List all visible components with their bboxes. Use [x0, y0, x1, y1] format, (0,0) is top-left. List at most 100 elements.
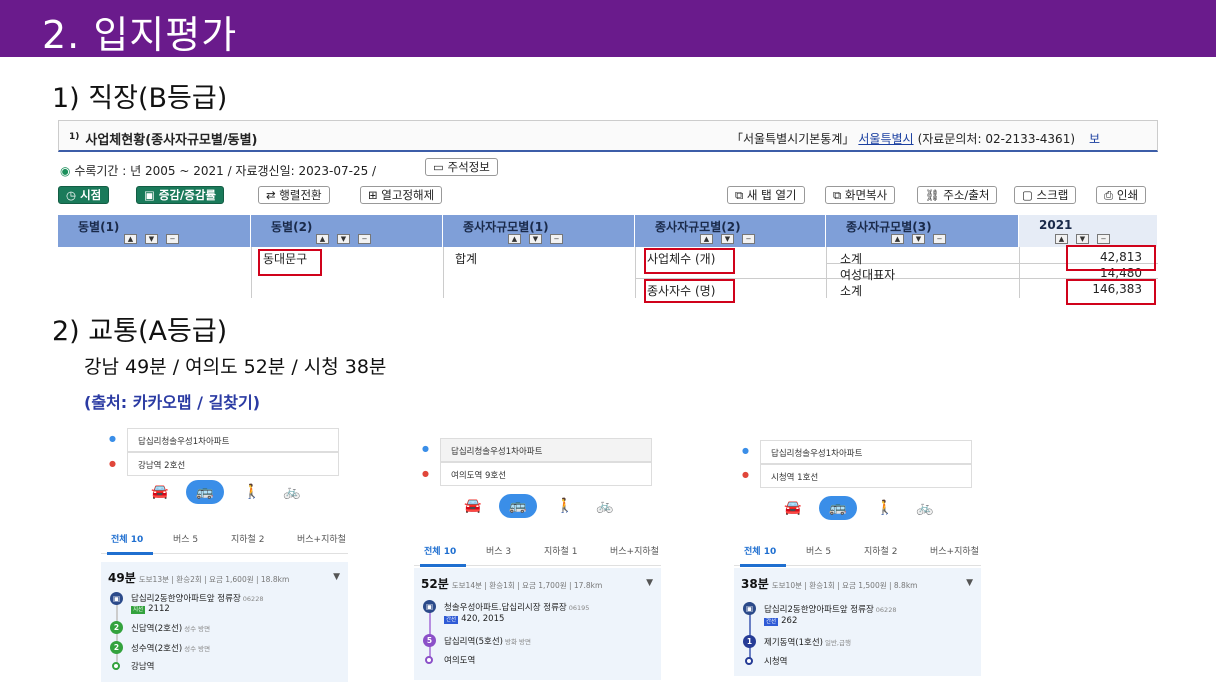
origin-input[interactable]: 답십리청솔우성1차아파트: [127, 428, 339, 452]
sort-up-icon[interactable]: ▲: [316, 234, 329, 244]
subway-line5-icon: 5: [423, 634, 436, 647]
walk-icon[interactable]: 🚶: [876, 500, 893, 516]
tab-all[interactable]: 전체 10: [111, 532, 143, 545]
bookmark-icon: ▢: [1022, 188, 1033, 202]
link-icon: ⛓: [925, 188, 940, 202]
tab-indicator: [107, 552, 153, 555]
car-icon[interactable]: 🚘: [784, 500, 801, 516]
divider: [251, 247, 252, 298]
minus-icon[interactable]: −: [1097, 234, 1110, 244]
bicycle-icon[interactable]: 🚲: [596, 498, 613, 514]
sort-up-icon[interactable]: ▲: [124, 234, 137, 244]
chevron-down-icon[interactable]: ▼: [966, 578, 973, 588]
unfix-column-button[interactable]: ⊞ 열고정해제: [360, 186, 443, 204]
route-tabs: 전체 10 버스 5 지하철 2 버스+지하철: [101, 524, 348, 555]
commute-times: 강남 49분 / 여의도 52분 / 시청 38분: [84, 356, 387, 378]
divider: [826, 247, 827, 298]
tab-subway[interactable]: 지하철 2: [864, 544, 897, 557]
route-time: 49분 도보13분 | 환승2회 | 요금 1,600원 | 18.8km: [108, 571, 290, 585]
timepoint-button[interactable]: ◷ 시점: [58, 186, 110, 204]
sort-down-icon[interactable]: ▼: [1076, 234, 1089, 244]
route-step: 신답역(2호선) 성수 방면: [131, 624, 211, 634]
tab-subway[interactable]: 지하철 2: [231, 532, 264, 545]
minus-icon[interactable]: −: [550, 234, 563, 244]
tab-bus[interactable]: 버스 3: [486, 544, 511, 557]
tab-bus-subway[interactable]: 버스+지하철: [297, 532, 346, 545]
route-step: 성수역(2호선) 성수 방면: [131, 644, 211, 654]
minus-icon[interactable]: −: [742, 234, 755, 244]
origin-input[interactable]: 답십리청솔우성1차아파트: [440, 438, 652, 462]
page-title: 2. 입지평가: [42, 13, 238, 57]
minus-icon[interactable]: −: [166, 234, 179, 244]
destination-input[interactable]: 강남역 2호선: [127, 452, 339, 476]
stats-panel: 1) 사업체현황(종사자규모별/동별) 「서울특별시기본통계」 서울특별시 (자료문의…: [58, 120, 1158, 298]
minus-icon[interactable]: −: [933, 234, 946, 244]
cell-female-ceo: 여성대표자: [840, 268, 896, 282]
route-card[interactable]: 38분 도보10분 | 환승1회 | 요금 1,500원 | 8.8km ▼ ▣ …: [734, 568, 981, 676]
sort-up-icon[interactable]: ▲: [891, 234, 904, 244]
transport-modes: 🚘 🚌 🚶 🚲: [101, 480, 348, 506]
bus-icon[interactable]: 🚌: [499, 494, 537, 518]
chevron-down-icon[interactable]: ▼: [333, 572, 340, 582]
route-step: 시청역: [764, 657, 788, 667]
stats-table: 동별(1) 동별(2) 종사자규모별(1) 종사자규모별(2) 종사자규모별(3…: [58, 215, 1158, 298]
capture-button[interactable]: ⧉ 화면복사: [825, 186, 896, 204]
change-button[interactable]: ▣ 증감/증감률: [136, 186, 224, 204]
walk-icon[interactable]: 🚶: [556, 498, 573, 514]
destination-input[interactable]: 여의도역 9호선: [440, 462, 652, 486]
sort-up-icon[interactable]: ▲: [700, 234, 713, 244]
tab-bus[interactable]: 버스 5: [806, 544, 831, 557]
title-bar: 2. 입지평가: [0, 0, 1216, 57]
destination-input[interactable]: 시청역 1호선: [760, 464, 972, 488]
address-button[interactable]: ⛓ 주소/출처: [917, 186, 998, 204]
route-card[interactable]: 52분 도보14분 | 환승1회 | 요금 1,700원 | 17.8km ▼ ▣…: [414, 568, 661, 680]
tab-bus-subway[interactable]: 버스+지하철: [610, 544, 659, 557]
sort-down-icon[interactable]: ▼: [912, 234, 925, 244]
bus-icon[interactable]: 🚌: [186, 480, 224, 504]
route-panel-yeouido: ● 답십리청솔우성1차아파트 ● 여의도역 9호선 🚘 🚌 🚶 🚲 전체 10 …: [414, 434, 661, 680]
sort-up-icon[interactable]: ▲: [508, 234, 521, 244]
highlight-box: [644, 279, 735, 303]
sort-down-icon[interactable]: ▼: [337, 234, 350, 244]
destination-dot-icon: ●: [742, 470, 749, 479]
minus-icon[interactable]: −: [358, 234, 371, 244]
sort-up-icon[interactable]: ▲: [1055, 234, 1068, 244]
origin-input[interactable]: 답십리청솔우성1차아파트: [760, 440, 972, 464]
sort-down-icon[interactable]: ▼: [145, 234, 158, 244]
tab-all[interactable]: 전체 10: [424, 544, 456, 557]
sort-down-icon[interactable]: ▼: [721, 234, 734, 244]
source-link[interactable]: 서울특별시: [858, 132, 913, 146]
scrap-button[interactable]: ▢ 스크랩: [1014, 186, 1077, 204]
route-step: 청솔우성아파트.답십리시장 정류장 06195: [444, 603, 590, 613]
sort-down-icon[interactable]: ▼: [529, 234, 542, 244]
bicycle-icon[interactable]: 🚲: [916, 500, 933, 516]
new-tab-button[interactable]: ⧉ 새 탭 열기: [727, 186, 805, 204]
printer-icon: ⎙: [1104, 188, 1114, 202]
clock-icon: ◉: [60, 164, 71, 178]
comment-icon: ▭: [433, 160, 444, 174]
bus-icon: ▣: [743, 602, 756, 615]
swap-button[interactable]: ⇄ 행렬전환: [258, 186, 330, 204]
chevron-down-icon[interactable]: ▼: [646, 578, 653, 588]
print-button[interactable]: ⎙ 인쇄: [1096, 186, 1147, 204]
walk-icon[interactable]: 🚶: [243, 484, 260, 500]
tab-bus[interactable]: 버스 5: [173, 532, 198, 545]
car-icon[interactable]: 🚘: [151, 484, 168, 500]
route-step: 제기동역(1호선) 일반,급행: [764, 638, 851, 648]
stats-source: 「서울특별시기본통계」 서울특별시 (자료문의처: 02-2133-4361) 보: [731, 132, 1101, 146]
note-button[interactable]: ▭ 주석정보: [425, 158, 498, 176]
tab-bus-subway[interactable]: 버스+지하철: [930, 544, 979, 557]
bus-icon[interactable]: 🚌: [819, 496, 857, 520]
destination-dot-icon: ●: [109, 459, 116, 468]
car-icon[interactable]: 🚘: [464, 498, 481, 514]
subway-line2-icon: 2: [110, 641, 123, 654]
grid-icon: ⊞: [368, 188, 378, 202]
tab-all[interactable]: 전체 10: [744, 544, 776, 557]
bicycle-icon[interactable]: 🚲: [283, 484, 300, 500]
route-card[interactable]: 49분 도보13분 | 환승2회 | 요금 1,600원 | 18.8km ▼ ▣…: [101, 562, 348, 682]
route-time: 52분 도보14분 | 환승1회 | 요금 1,700원 | 17.8km: [421, 577, 603, 591]
route-step: 강남역: [131, 662, 155, 672]
clock-icon: ◷: [66, 188, 77, 202]
tab-subway[interactable]: 지하철 1: [544, 544, 577, 557]
origin-dot-icon: ●: [109, 434, 116, 443]
